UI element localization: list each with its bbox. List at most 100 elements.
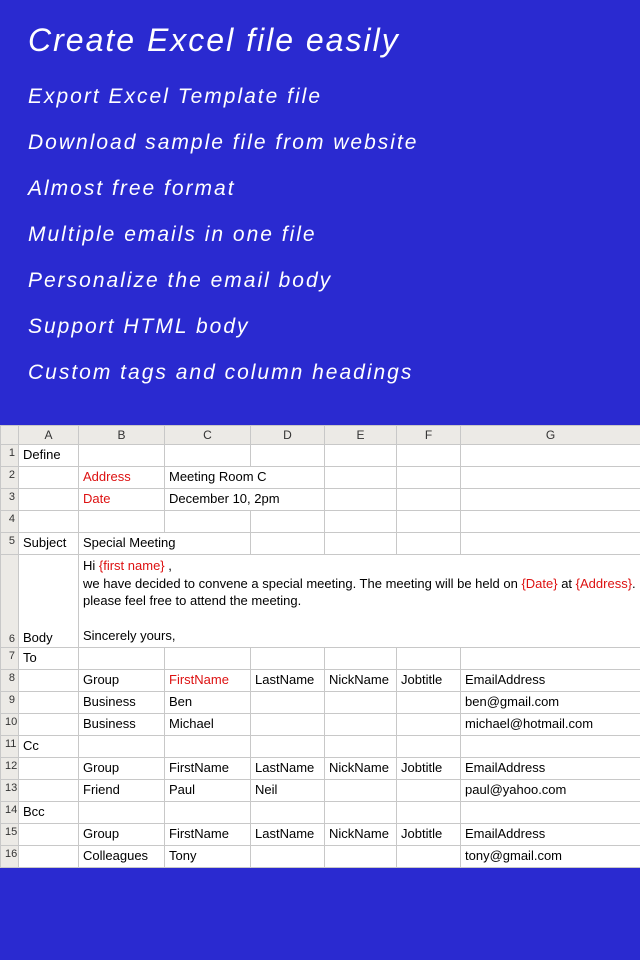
cell [397,647,461,669]
cell [397,845,461,867]
cell [397,779,461,801]
cell: paul@yahoo.com [461,779,640,801]
cell: To [19,647,79,669]
cell: FirstName [165,757,251,779]
cell: Business [79,691,165,713]
spreadsheet: A B C D E F G 1 Define 2 Address Meeting… [0,425,640,868]
feature-item: Personalize the email body [28,269,612,293]
cell: Tony [165,845,251,867]
cell: Colleagues [79,845,165,867]
cell: Jobtitle [397,823,461,845]
cell: EmailAddress [461,669,640,691]
cell [397,713,461,735]
row-header: 16 [1,845,19,867]
cell: Address [79,467,165,489]
cell: FirstName [165,669,251,691]
cell [19,823,79,845]
cell [165,511,251,533]
row-header: 10 [1,713,19,735]
cell [19,511,79,533]
cell [461,511,640,533]
body-text: please feel free to attend the meeting. [83,592,636,610]
cell: Subject [19,533,79,555]
cell: Group [79,757,165,779]
row: 3 Date December 10, 2pm [1,489,640,511]
row-header: 5 [1,533,19,555]
cell [461,735,640,757]
row: 8 Group FirstName LastName NickName Jobt… [1,669,640,691]
row: 14 Bcc [1,801,640,823]
cell [251,845,325,867]
cell: December 10, 2pm [165,489,325,511]
cell: Michael [165,713,251,735]
feature-item: Download sample file from website [28,131,612,155]
cell [165,647,251,669]
feature-item: Support HTML body [28,315,612,339]
row: 15 Group FirstName LastName NickName Job… [1,823,640,845]
cell [461,533,640,555]
cell [79,801,165,823]
cell [251,691,325,713]
row: 1 Define [1,445,640,467]
cell [325,647,397,669]
cell [461,801,640,823]
cell [79,445,165,467]
cell: ben@gmail.com [461,691,640,713]
cell [397,467,461,489]
body-text: we have decided to convene a special mee… [83,576,521,591]
cell [251,801,325,823]
row-header: 11 [1,735,19,757]
cell [461,445,640,467]
row: 9 Business Ben ben@gmail.com [1,691,640,713]
feature-item: Multiple emails in one file [28,223,612,247]
cell [397,735,461,757]
body-tag: {Date} [521,576,557,591]
body-text: at [558,576,576,591]
cell: Special Meeting [79,533,251,555]
cell: Jobtitle [397,757,461,779]
cell [325,489,397,511]
row-header: 15 [1,823,19,845]
row-header: 3 [1,489,19,511]
row: 11 Cc [1,735,640,757]
row-header: 14 [1,801,19,823]
cell: Business [79,713,165,735]
body-tag: {Address} [576,576,632,591]
row-header: 7 [1,647,19,669]
feature-item: Custom tags and column headings [28,361,612,385]
cell: FirstName [165,823,251,845]
cell [19,779,79,801]
cell: Neil [251,779,325,801]
cell [19,713,79,735]
cell [397,445,461,467]
body-text: Sincerely yours, [83,627,636,645]
col-header: D [251,426,325,445]
cell [325,845,397,867]
corner-cell [1,426,19,445]
cell [251,647,325,669]
feature-item: Almost free format [28,177,612,201]
row: 5 Subject Special Meeting [1,533,640,555]
cell: tony@gmail.com [461,845,640,867]
cell [79,511,165,533]
cell: Paul [165,779,251,801]
cell: NickName [325,823,397,845]
col-header: B [79,426,165,445]
row-header: 1 [1,445,19,467]
body-text: Hi [83,558,99,573]
body-text: , [165,558,172,573]
cell: Define [19,445,79,467]
row-header: 6 [1,555,19,648]
cell [461,467,640,489]
col-header: A [19,426,79,445]
cell [325,779,397,801]
cell [165,801,251,823]
hero-panel: Create Excel file easily Export Excel Te… [0,0,640,425]
cell [19,669,79,691]
row: 2 Address Meeting Room C [1,467,640,489]
spreadsheet-grid: A B C D E F G 1 Define 2 Address Meeting… [0,425,640,868]
cell [251,511,325,533]
cell [325,691,397,713]
row-header: 8 [1,669,19,691]
cell [251,445,325,467]
